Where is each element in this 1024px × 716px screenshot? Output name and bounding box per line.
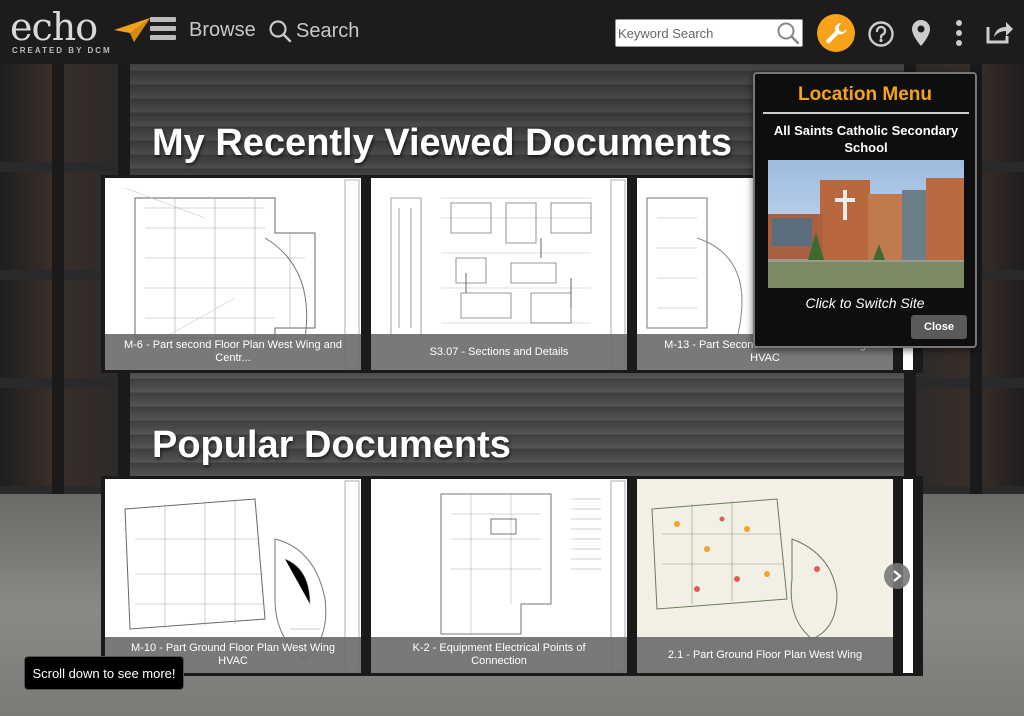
logo-subtitle: CREATED BY DCM xyxy=(12,46,112,55)
search-icon xyxy=(269,20,292,43)
paper-plane-icon xyxy=(114,18,150,42)
echo-logo[interactable]: echo CREATED BY DCM xyxy=(10,8,150,56)
school-photo[interactable] xyxy=(768,160,964,288)
chevron-right-icon[interactable] xyxy=(884,563,910,589)
logo-word: echo xyxy=(10,5,98,49)
doc-card[interactable]: 2.1 - Part Ground Floor Plan West Wing xyxy=(637,479,893,673)
popular-documents-row: M-10 - Part Ground Floor Plan West Wing … xyxy=(101,476,923,676)
help-icon[interactable] xyxy=(867,20,895,48)
doc-card[interactable]: S3.07 - Sections and Details xyxy=(371,178,627,370)
location-pin-icon[interactable] xyxy=(910,19,932,47)
share-icon[interactable] xyxy=(985,19,1013,45)
doc-card[interactable]: K-2 - Equipment Electrical Points of Con… xyxy=(371,479,627,673)
doc-caption: S3.07 - Sections and Details xyxy=(371,334,627,370)
school-name: All Saints Catholic Secondary School xyxy=(773,123,959,155)
popular-documents-title: Popular Documents xyxy=(152,424,511,466)
close-button[interactable]: Close xyxy=(911,315,967,339)
top-header: echo CREATED BY DCM Browse Search xyxy=(0,0,1024,64)
keyword-search-input[interactable] xyxy=(616,20,776,46)
search-label: Search xyxy=(296,19,360,42)
doc-caption: K-2 - Equipment Electrical Points of Con… xyxy=(371,637,627,673)
location-menu-title: Location Menu xyxy=(797,84,933,105)
keyword-search-box xyxy=(615,19,803,47)
doc-caption: M-6 - Part second Floor Plan West Wing a… xyxy=(105,334,361,370)
location-menu-popup: Location Menu All Saints Catholic Second… xyxy=(753,72,977,348)
divider xyxy=(763,112,969,114)
doc-card[interactable]: M-6 - Part second Floor Plan West Wing a… xyxy=(105,178,361,370)
hamburger-menu-icon[interactable] xyxy=(150,17,176,43)
recently-viewed-title: My Recently Viewed Documents xyxy=(152,122,733,164)
more-options-icon[interactable] xyxy=(953,19,965,47)
doc-caption: 2.1 - Part Ground Floor Plan West Wing xyxy=(637,637,893,673)
scroll-hint-toast: Scroll down to see more! xyxy=(24,656,184,690)
search-link[interactable]: Search xyxy=(268,19,359,43)
keyword-search-icon[interactable] xyxy=(776,21,800,45)
wrench-icon[interactable] xyxy=(817,14,855,52)
browse-link[interactable]: Browse xyxy=(189,19,256,42)
doc-card[interactable]: M-10 - Part Ground Floor Plan West Wing … xyxy=(105,479,361,673)
switch-site-link[interactable]: Click to Switch Site xyxy=(755,295,975,311)
